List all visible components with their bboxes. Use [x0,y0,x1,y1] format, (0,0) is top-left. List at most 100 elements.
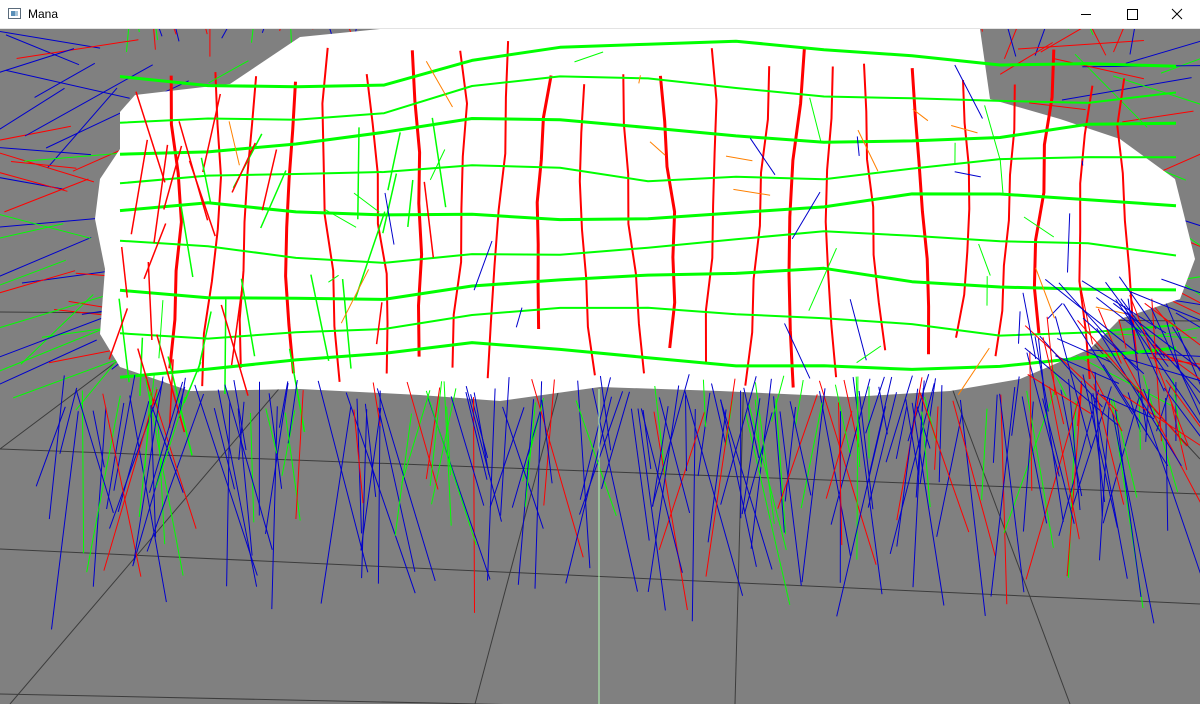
normal-line [175,29,180,42]
normal-line [896,388,919,547]
app-window: Mana [0,0,1200,704]
normal-line [237,408,253,556]
normal-line [1040,29,1082,53]
normal-line [10,161,77,169]
3d-scene[interactable] [0,29,1200,704]
normal-line [473,397,475,613]
maximize-button[interactable] [1109,0,1155,29]
close-icon [1171,8,1183,20]
normal-line [92,407,107,587]
normal-line [819,391,851,557]
normal-line [784,407,796,502]
normal-line [1055,355,1120,384]
normal-line [697,392,711,477]
normal-line [75,389,114,514]
normal-line [5,34,80,66]
normal-line [221,29,228,39]
normal-line [173,29,177,35]
normal-line [1029,102,1086,111]
normal-line [194,384,258,576]
minimize-icon [1081,14,1091,15]
normal-line [981,408,988,501]
close-button[interactable] [1154,0,1200,29]
normal-line [376,388,436,582]
window-title: Mana [28,7,59,21]
normal-line [155,29,159,41]
normal-line [1007,29,1017,57]
normal-line [959,399,986,616]
normal-line [1111,412,1155,624]
normal-line [265,383,289,534]
normal-line [685,395,687,472]
normal-line [1115,409,1142,597]
normal-line [226,401,231,587]
normal-line [0,259,66,286]
normal-line [0,87,65,130]
normal-line [465,385,502,522]
normal-line [287,380,298,444]
normal-line [720,399,757,567]
wire-hatch [224,299,227,395]
normal-line [1176,365,1200,405]
normal-line [345,392,416,594]
normal-line [353,409,364,504]
normal-line [999,42,1053,75]
3d-viewport[interactable] [0,29,1200,704]
normal-line [705,378,736,577]
normal-line [1125,40,1200,64]
normal-line [647,385,680,592]
normal-line [1017,40,1144,50]
normal-line [789,401,812,496]
normal-line [34,62,96,98]
normal-line [1077,319,1188,447]
normal-line [895,406,908,459]
normal-line [1112,302,1200,370]
title-bar[interactable]: Mana [0,0,1200,29]
normal-line [487,388,496,581]
wire-detail [1081,160,1084,166]
normal-line [640,408,683,573]
normal-line [818,380,877,565]
normal-line [153,29,156,50]
normal-line [992,394,998,463]
normal-line [1034,29,1046,56]
normal-line [4,178,89,213]
normal-line [0,236,92,277]
normal-line [431,388,457,505]
app-window-icon [8,8,21,19]
normal-line [543,379,555,506]
normal-line [1091,29,1107,56]
normal-line [51,411,79,630]
normal-line [1129,29,1135,55]
normal-line [102,393,142,577]
normal-line [443,381,452,526]
normal-line [138,29,140,33]
normal-line [92,410,105,468]
grid-line [0,693,505,704]
normal-line [1052,57,1145,80]
normal-line [290,29,292,44]
normal-line [1092,393,1128,579]
normal-line [320,406,352,604]
normal-line [224,384,273,550]
normal-line [1099,398,1110,561]
normal-line [16,39,139,59]
normal-line [279,29,281,32]
maximize-icon [1127,9,1138,20]
normal-line [642,410,652,470]
normal-line [773,396,785,533]
normal-line [265,408,278,454]
normal-line [295,390,304,520]
normal-line [1082,374,1118,528]
normal-line [103,388,158,571]
normal-line [284,412,301,521]
normal-line [1067,29,1070,30]
normal-line [800,402,823,509]
normal-line [889,383,935,555]
normal-line [867,392,897,508]
normal-line [250,412,255,523]
minimize-button[interactable] [1063,0,1109,29]
normal-line [952,400,996,557]
normal-line [13,356,125,399]
normal-line [401,390,431,484]
